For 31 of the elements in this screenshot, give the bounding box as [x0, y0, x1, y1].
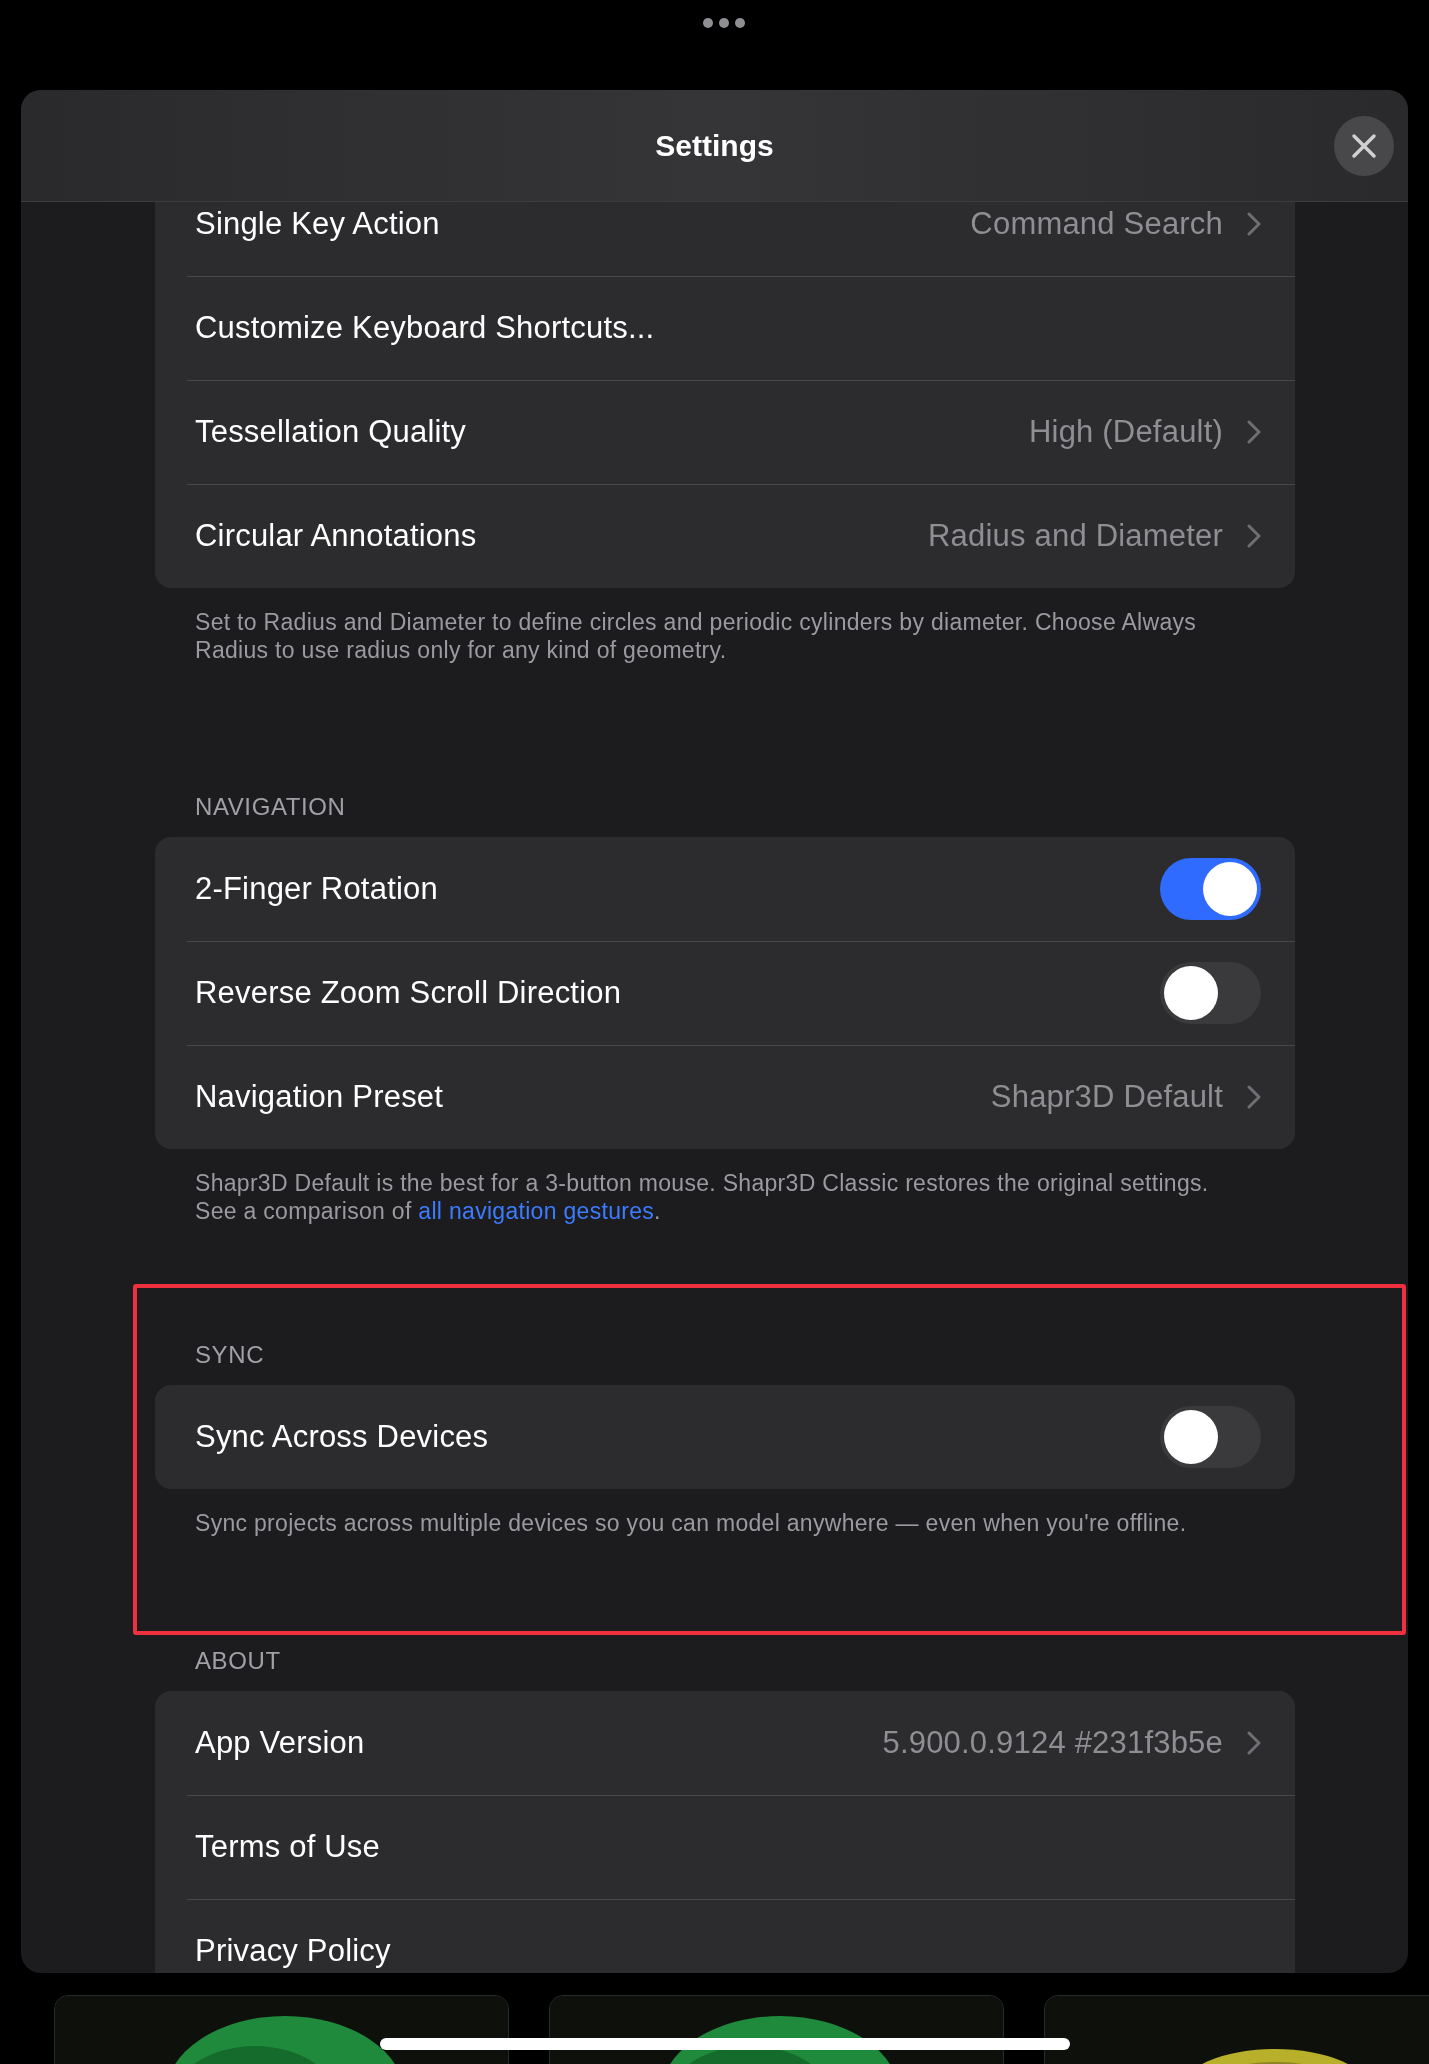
more-icon[interactable]	[702, 17, 746, 29]
row-label[interactable]: Navigation Preset	[195, 1073, 991, 1121]
row-value: Shapr3D Default	[990, 1077, 1223, 1116]
row-value: 5.900.0.9124 #231f3b5e	[882, 1723, 1223, 1762]
settings-row[interactable]: Privacy Policy	[155, 1899, 1295, 1973]
row-label[interactable]: Circular Annotations	[195, 512, 928, 560]
gestures-link[interactable]: all navigation gestures	[418, 1198, 655, 1224]
row-value: Command Search	[970, 204, 1223, 243]
row-label[interactable]: Tessellation Quality	[195, 408, 1029, 456]
row-label[interactable]: Single Key Action	[195, 202, 971, 248]
footnote-text: Shapr3D Default is the best for a 3-button mouse. Shapr3D Classic restores the original settings. See a comparison of all navigation gestures.	[194, 1169, 1210, 1225]
settings-row[interactable]: Customize Keyboard Shortcuts...	[155, 276, 1295, 380]
row-label[interactable]: App Version	[195, 1719, 883, 1767]
section-header: SYNC	[194, 1340, 266, 1370]
row-value: Radius and Diameter	[928, 516, 1223, 555]
chevron-icon	[1247, 420, 1261, 444]
footnote-text: Sync projects across multiple devices so you can model anywhere — even when you're offline.	[194, 1509, 1188, 1537]
window-title: Settings	[655, 128, 774, 164]
chevron-icon	[1247, 1731, 1261, 1755]
row-label: Sync Across Devices	[195, 1417, 490, 1456]
settings-row[interactable]: Terms of Use	[155, 1795, 1295, 1899]
footnote-text: Set to Radius and Diameter to define circles and periodic cylinders by diameter. Choose Always Radius to use radius only for any kind of geometry.	[194, 608, 1198, 664]
row-label: Reverse Zoom Scroll Direction	[195, 973, 623, 1012]
section-header: ABOUT	[194, 1646, 282, 1676]
close-icon	[1351, 133, 1377, 159]
row-label: 2-Finger Rotation	[195, 869, 439, 908]
chevron-icon	[1247, 524, 1261, 548]
chevron-icon	[1247, 1085, 1261, 1109]
section-header: NAVIGATION	[194, 792, 347, 822]
chevron-icon	[1247, 212, 1261, 236]
row-value: High (Default)	[1028, 412, 1223, 451]
